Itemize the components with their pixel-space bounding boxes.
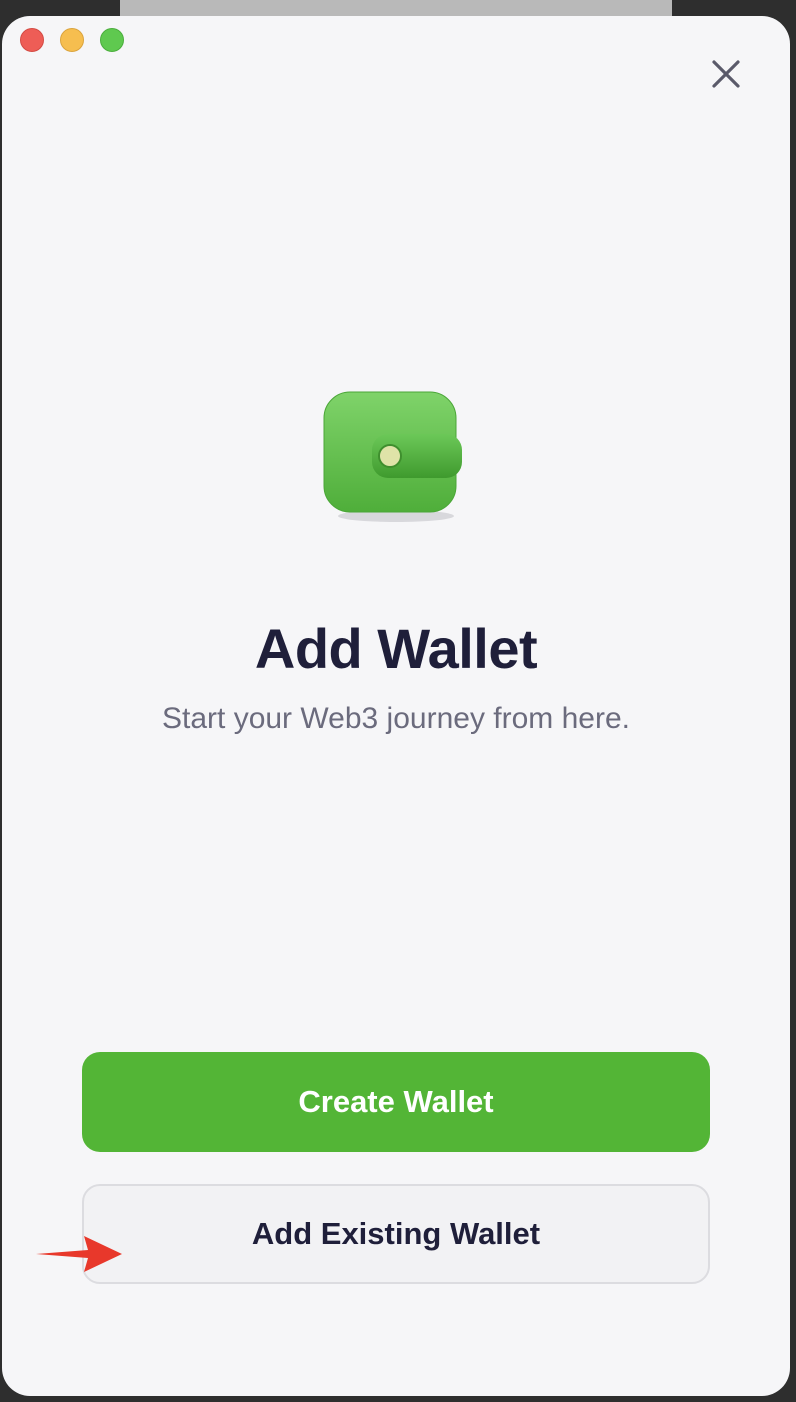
window-zoom-button[interactable]	[100, 28, 124, 52]
page-title: Add Wallet	[254, 617, 538, 680]
add-wallet-window: Add Wallet Start your Web3 journey from …	[2, 16, 790, 1396]
close-icon	[712, 60, 740, 88]
create-wallet-button[interactable]: Create Wallet	[82, 1052, 710, 1152]
wallet-icon	[320, 384, 468, 524]
add-existing-wallet-button[interactable]: Add Existing Wallet	[82, 1184, 710, 1284]
window-close-button[interactable]	[20, 28, 44, 52]
window-minimize-button[interactable]	[60, 28, 84, 52]
window-controls	[2, 16, 142, 66]
page-subtitle: Start your Web3 journey from here.	[162, 702, 630, 735]
close-button[interactable]	[708, 56, 744, 92]
red-arrow-icon	[32, 1228, 128, 1278]
